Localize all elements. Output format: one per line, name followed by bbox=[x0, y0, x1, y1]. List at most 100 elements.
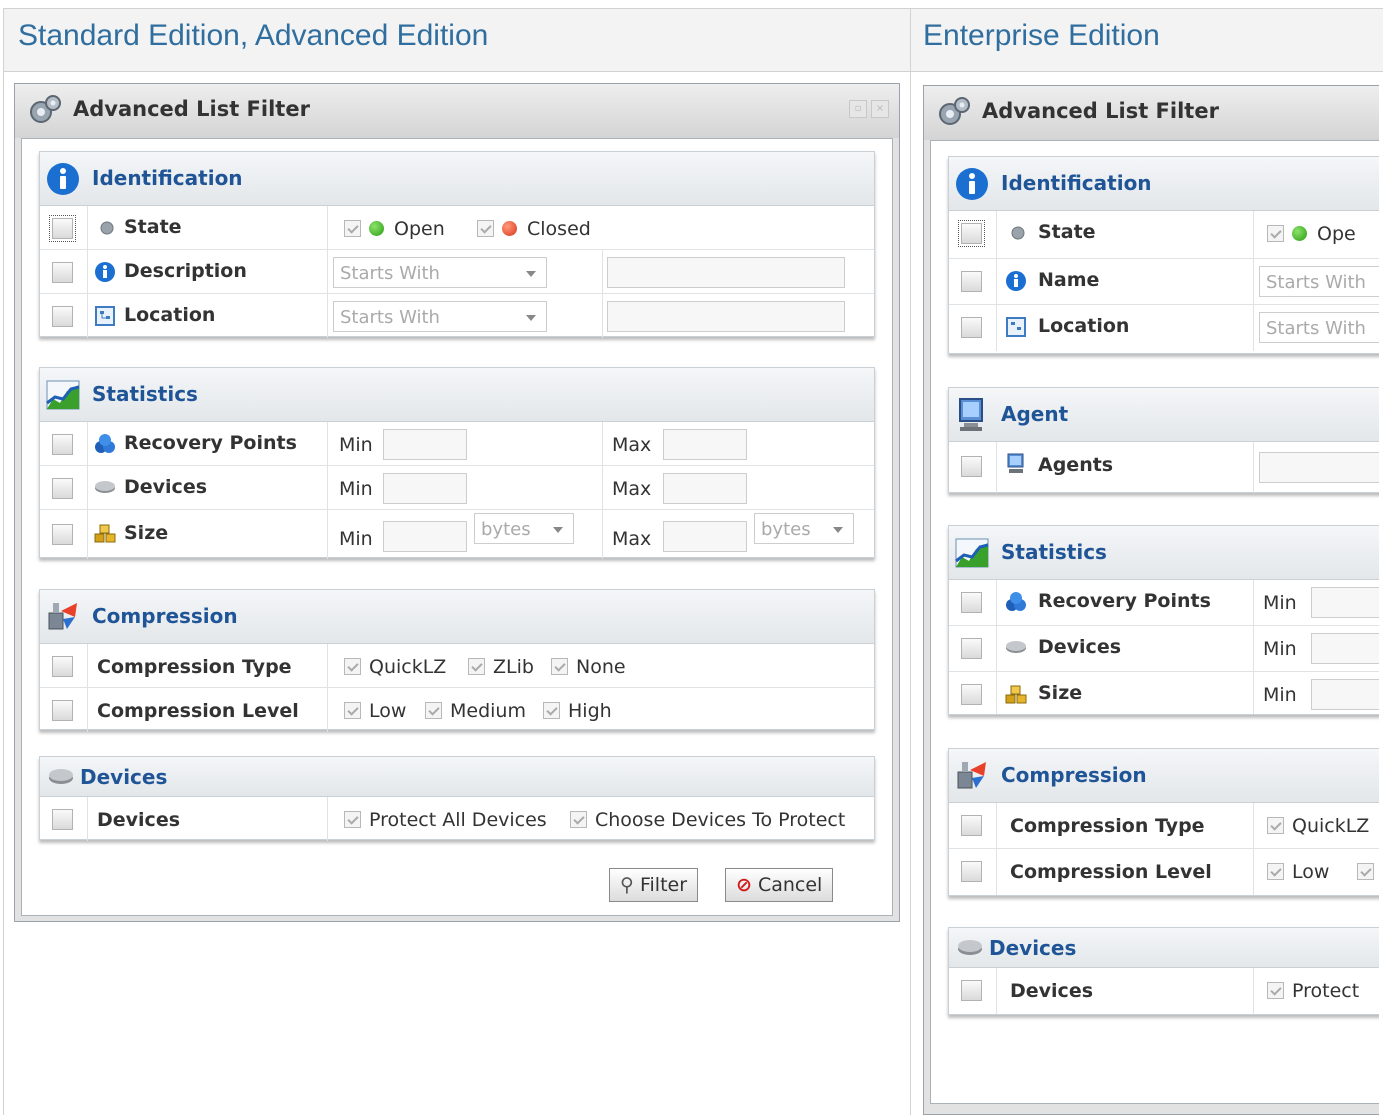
devices-stat-checkbox[interactable] bbox=[961, 638, 982, 659]
close-button[interactable]: × bbox=[871, 100, 889, 118]
state-dot-icon bbox=[1011, 226, 1025, 240]
location-label: Location bbox=[124, 304, 216, 326]
quicklz-option[interactable]: QuickLZ bbox=[1267, 815, 1369, 837]
quicklz-option[interactable]: QuickLZ bbox=[344, 656, 446, 678]
next-level-checkbox[interactable] bbox=[1357, 863, 1374, 880]
location-checkbox[interactable] bbox=[961, 317, 982, 338]
low-checkbox[interactable] bbox=[344, 702, 361, 719]
filter-button[interactable]: ⚲ Filter bbox=[609, 868, 699, 902]
high-option[interactable]: High bbox=[543, 700, 612, 722]
agents-checkbox[interactable] bbox=[961, 456, 982, 477]
compression-level-checkbox[interactable] bbox=[961, 861, 982, 882]
info-icon bbox=[95, 262, 115, 282]
state-checkbox[interactable] bbox=[958, 220, 985, 247]
none-option[interactable]: None bbox=[551, 656, 626, 678]
devices-checkbox[interactable] bbox=[52, 809, 73, 830]
name-checkbox[interactable] bbox=[961, 271, 982, 292]
choose-devices-option[interactable]: Choose Devices To Protect bbox=[570, 809, 845, 831]
devices-min-input[interactable] bbox=[383, 473, 467, 504]
description-value-input[interactable] bbox=[607, 257, 845, 288]
min-label: Min bbox=[1263, 638, 1297, 660]
medium-checkbox[interactable] bbox=[425, 702, 442, 719]
location-match-select[interactable]: Starts With bbox=[1259, 312, 1379, 343]
location-row: Location Starts With bbox=[40, 294, 874, 338]
location-row: Location Starts With bbox=[949, 305, 1379, 351]
description-checkbox[interactable] bbox=[52, 262, 73, 283]
open-checkbox[interactable] bbox=[1267, 225, 1284, 242]
size-min-unit-select[interactable]: bytes bbox=[474, 513, 574, 544]
window-titlebar[interactable]: Advanced List Filter bbox=[924, 86, 1379, 140]
quicklz-checkbox[interactable] bbox=[1267, 817, 1284, 834]
recovery-points-checkbox[interactable] bbox=[961, 592, 982, 613]
compression-type-checkbox[interactable] bbox=[961, 815, 982, 836]
agents-input[interactable] bbox=[1259, 452, 1379, 483]
statistics-title: Statistics bbox=[1001, 540, 1107, 564]
devices-stat-row: Devices Min bbox=[949, 626, 1379, 672]
size-max-input[interactable] bbox=[663, 521, 747, 552]
compression-type-checkbox[interactable] bbox=[52, 656, 73, 677]
recovery-points-min-input[interactable] bbox=[383, 429, 467, 460]
low-checkbox[interactable] bbox=[1267, 863, 1284, 880]
description-match-select[interactable]: Starts With bbox=[333, 257, 547, 288]
devices-min-input[interactable] bbox=[1311, 633, 1379, 664]
size-min-input[interactable] bbox=[1311, 679, 1379, 710]
location-icon bbox=[1006, 317, 1026, 337]
documentation-table: Standard Edition, Advanced Edition Enter… bbox=[0, 0, 1383, 1115]
size-max-unit-select[interactable]: bytes bbox=[754, 513, 854, 544]
name-match-select[interactable]: Starts With bbox=[1259, 266, 1379, 297]
monitor-icon bbox=[959, 398, 983, 431]
none-checkbox[interactable] bbox=[551, 658, 568, 675]
zlib-checkbox[interactable] bbox=[468, 658, 485, 675]
size-checkbox[interactable] bbox=[961, 684, 982, 705]
protect-all-checkbox[interactable] bbox=[344, 811, 361, 828]
next-level-option[interactable] bbox=[1357, 861, 1379, 883]
statistics-header: Statistics bbox=[949, 526, 1379, 580]
statistics-panel: Statistics Recovery Points Min Max Devic… bbox=[39, 367, 875, 559]
devices-checkbox[interactable] bbox=[961, 980, 982, 1001]
location-checkbox[interactable] bbox=[52, 306, 73, 327]
choose-devices-checkbox[interactable] bbox=[570, 811, 587, 828]
location-value-input[interactable] bbox=[607, 301, 845, 332]
min-label: Min bbox=[1263, 592, 1297, 614]
recovery-points-min-input[interactable] bbox=[1311, 587, 1379, 618]
advanced-list-filter-window-standard: Advanced List Filter ▫ × Identification S… bbox=[14, 83, 900, 922]
size-checkbox[interactable] bbox=[52, 524, 73, 545]
location-match-select[interactable]: Starts With bbox=[333, 301, 547, 332]
protect-all-option[interactable]: Protect All Devices bbox=[344, 809, 547, 831]
chart-icon bbox=[955, 538, 989, 568]
devices-max-input[interactable] bbox=[663, 473, 747, 504]
closed-checkbox[interactable] bbox=[477, 220, 494, 237]
state-closed-option[interactable]: Closed bbox=[477, 218, 591, 240]
identification-title: Identification bbox=[1001, 171, 1152, 195]
max-label: Max bbox=[612, 434, 652, 456]
open-checkbox[interactable] bbox=[344, 220, 361, 237]
quicklz-checkbox[interactable] bbox=[344, 658, 361, 675]
compression-title: Compression bbox=[1001, 763, 1147, 787]
low-option[interactable]: Low bbox=[344, 700, 406, 722]
recovery-points-max-input[interactable] bbox=[663, 429, 747, 460]
maximize-button[interactable]: ▫ bbox=[849, 100, 867, 118]
compression-header: Compression bbox=[949, 749, 1379, 803]
size-icon bbox=[94, 524, 116, 543]
high-checkbox[interactable] bbox=[543, 702, 560, 719]
medium-option[interactable]: Medium bbox=[425, 700, 526, 722]
statistics-header: Statistics bbox=[40, 368, 874, 422]
devices-stat-checkbox[interactable] bbox=[52, 478, 73, 499]
window-body: Identification State Ope Name Starts Wit… bbox=[930, 140, 1379, 1104]
recovery-points-checkbox[interactable] bbox=[52, 434, 73, 455]
compression-level-checkbox[interactable] bbox=[52, 700, 73, 721]
cancel-button[interactable]: ⊘ Cancel bbox=[725, 868, 834, 902]
compression-icon bbox=[957, 762, 986, 789]
min-label: Min bbox=[1263, 684, 1297, 706]
protect-option[interactable]: Protect bbox=[1267, 980, 1359, 1002]
location-icon bbox=[95, 306, 115, 326]
state-open-option[interactable]: Ope bbox=[1267, 223, 1356, 245]
protect-checkbox[interactable] bbox=[1267, 982, 1284, 999]
low-option[interactable]: Low bbox=[1267, 861, 1329, 883]
size-min-input[interactable] bbox=[383, 521, 467, 552]
window-titlebar[interactable]: Advanced List Filter ▫ × bbox=[15, 84, 899, 138]
description-row: Description Starts With bbox=[40, 250, 874, 294]
state-open-option[interactable]: Open bbox=[344, 218, 445, 240]
zlib-option[interactable]: ZLib bbox=[468, 656, 534, 678]
state-checkbox[interactable] bbox=[49, 215, 76, 242]
